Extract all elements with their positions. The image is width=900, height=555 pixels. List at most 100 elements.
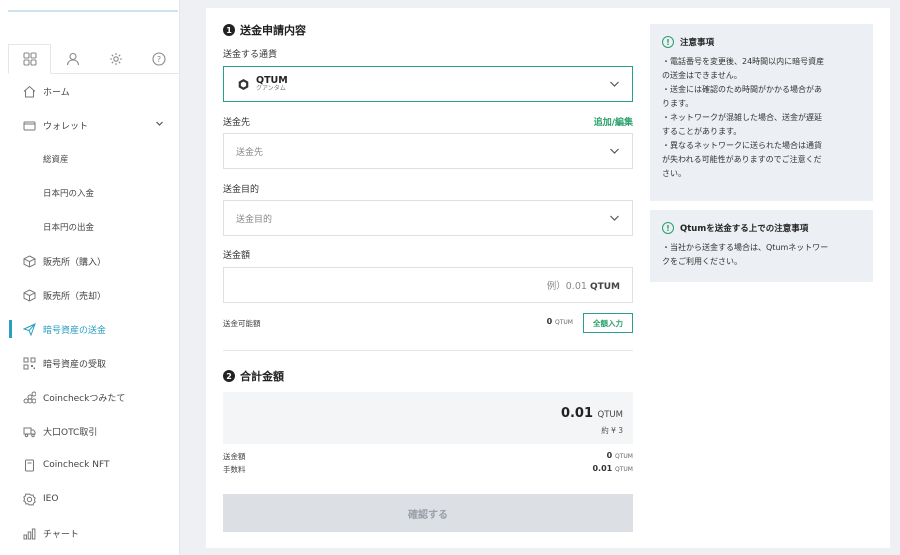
tab-help[interactable]: ? bbox=[137, 44, 180, 74]
truck-icon bbox=[22, 424, 36, 438]
sidebar-item-label: ホーム bbox=[43, 87, 70, 98]
notice-body: ・当社から送金する場合は、Qtumネットワー クをご利用ください。 bbox=[662, 241, 861, 269]
amount-label: 送金額 bbox=[223, 251, 251, 261]
sidebar-item-label: 暗号資産の受取 bbox=[43, 359, 107, 370]
currency-subname: クアンタム bbox=[256, 85, 286, 93]
qtum-coin-icon bbox=[237, 78, 250, 91]
cube-icon bbox=[22, 254, 36, 268]
notice-box-qtum: ! Qtumを送金する上での注意事項 ・当社から送金する場合は、Qtumネットワ… bbox=[650, 210, 873, 282]
section-header-request: 1 送金申請内容 bbox=[223, 22, 306, 38]
wallet-icon bbox=[22, 118, 36, 132]
tab-settings[interactable] bbox=[94, 44, 137, 74]
notice-line: ・ネットワークが混雑した場合、送金が遅延 bbox=[662, 113, 822, 122]
notice-title-text: Qtumを送金する上での注意事項 bbox=[680, 224, 809, 234]
nft-card-icon bbox=[22, 458, 36, 472]
cube-icon bbox=[22, 288, 36, 302]
bar-chart-icon bbox=[22, 526, 36, 540]
total-amount-box: 0.01 QTUM 約 ¥ 3 bbox=[223, 392, 633, 444]
section-header-total: 2 合計金額 bbox=[223, 368, 284, 384]
sidebar-item-label: Coincheckつみたて bbox=[43, 393, 126, 404]
amount-input[interactable]: 例）0.01 QTUM bbox=[223, 267, 633, 303]
sidebar-item-label: ウォレット bbox=[43, 121, 89, 132]
sidebar-item-label: 暗号資産の送金 bbox=[43, 325, 107, 336]
chevron-down-icon bbox=[155, 119, 164, 131]
destination-placeholder: 送金先 bbox=[236, 147, 264, 158]
section-title: 合計金額 bbox=[240, 370, 284, 383]
sidebar-item-label: チャート bbox=[43, 529, 79, 540]
notice-line: ・電話番号を変更後、24時間以内に暗号資産 bbox=[662, 57, 825, 66]
total-unit: QTUM bbox=[597, 410, 623, 420]
notice-line: ・異なるネットワークに送られた場合は通貨 bbox=[662, 141, 822, 150]
fill-all-button[interactable]: 全額入力 bbox=[583, 313, 633, 333]
sidebar-item-jpy-withdraw[interactable]: 日本円の出金 bbox=[0, 210, 180, 244]
destination-select[interactable]: 送金先 bbox=[223, 133, 633, 169]
sidebar-item-buy[interactable]: 販売所（購入） bbox=[0, 244, 180, 278]
notice-line: クをご利用ください。 bbox=[662, 257, 742, 266]
tab-account[interactable] bbox=[51, 44, 94, 74]
amount-placeholder-text: 例）0.01 bbox=[546, 281, 587, 292]
sidebar-item-tsumitate[interactable]: Coincheckつみたて bbox=[0, 380, 180, 414]
sidebar-item-home[interactable]: ホーム bbox=[0, 74, 180, 108]
sidebar-item-label: 総資産 bbox=[43, 155, 69, 165]
step-number-badge: 1 bbox=[223, 24, 235, 36]
sidebar-item-total-assets[interactable]: 総資産 bbox=[0, 142, 180, 176]
info-icon: ! bbox=[662, 222, 674, 234]
notice-line: することがあります。 bbox=[662, 127, 742, 136]
sidebar-tabbar: ? bbox=[8, 44, 180, 74]
notice-title: ! 注意事項 bbox=[662, 36, 861, 48]
sidebar-item-crypto-receive[interactable]: 暗号資産の受取 bbox=[0, 346, 180, 380]
sidebar-item-chart[interactable]: チャート bbox=[0, 516, 180, 550]
notice-line: ・当社から送金する場合は、Qtumネットワー bbox=[662, 243, 829, 252]
currency-label: 送金する通貨 bbox=[223, 50, 278, 60]
breakdown-send-amount: 送金額 0 QTUM bbox=[223, 451, 633, 463]
sidebar-item-otc[interactable]: 大口OTC取引 bbox=[0, 414, 180, 448]
available-unit: QTUM bbox=[555, 319, 573, 326]
fee-unit: QTUM bbox=[615, 466, 633, 473]
fee-value: 0.01 bbox=[592, 464, 613, 473]
amount-unit: QTUM bbox=[589, 282, 620, 292]
sidebar-item-label: 販売所（購入） bbox=[43, 257, 107, 268]
section-title: 送金申請内容 bbox=[240, 24, 306, 37]
help-icon: ? bbox=[151, 52, 166, 66]
currency-select[interactable]: QTUM クアンタム bbox=[223, 66, 633, 102]
send-icon bbox=[22, 322, 36, 336]
notice-title-text: 注意事項 bbox=[680, 38, 715, 48]
coins-icon bbox=[22, 390, 36, 404]
confirm-button[interactable]: 確認する bbox=[223, 494, 633, 532]
notice-line: ・送金には確認のため時間がかかる場合があ bbox=[662, 85, 822, 94]
notice-body: ・電話番号を変更後、24時間以内に暗号資産 の送金はできません。 ・送金には確認… bbox=[662, 55, 861, 181]
sidebar-item-nft[interactable]: Coincheck NFT bbox=[0, 448, 180, 482]
user-icon bbox=[66, 52, 79, 66]
tab-menu[interactable] bbox=[8, 44, 51, 74]
ieo-badge-icon bbox=[22, 492, 36, 506]
svg-text:?: ? bbox=[156, 55, 160, 64]
info-icon: ! bbox=[662, 36, 674, 48]
sidebar-item-crypto-send[interactable]: 暗号資産の送金 bbox=[0, 312, 180, 346]
breakdown-value: 0 QTUM bbox=[607, 451, 633, 460]
purpose-label: 送金目的 bbox=[223, 185, 260, 195]
breakdown-fee: 手数料 0.01 QTUM bbox=[223, 464, 633, 476]
sidebar: ? ホーム ウォレット 総資産 日本円の入金 日本円の出金 販売所（購入） 販売… bbox=[0, 0, 180, 555]
destination-label: 送金先 bbox=[223, 118, 251, 128]
add-edit-link[interactable]: 追加/編集 bbox=[594, 115, 633, 128]
sidebar-item-sell[interactable]: 販売所（売却） bbox=[0, 278, 180, 312]
sidebar-item-label: 日本円の入金 bbox=[43, 189, 95, 199]
total-amount: 0.01 QTUM bbox=[561, 406, 623, 421]
sidebar-item-label: 日本円の出金 bbox=[43, 223, 95, 233]
gear-icon bbox=[109, 53, 122, 65]
sidebar-item-jpy-deposit[interactable]: 日本円の入金 bbox=[0, 176, 180, 210]
sidebar-item-wallet[interactable]: ウォレット bbox=[0, 108, 180, 142]
currency-name: QTUM bbox=[256, 74, 288, 86]
sidebar-item-ieo[interactable]: IEO bbox=[0, 482, 180, 516]
sidebar-item-label: 販売所（売却） bbox=[43, 291, 107, 302]
purpose-select[interactable]: 送金目的 bbox=[223, 200, 633, 236]
total-value: 0.01 bbox=[560, 406, 594, 421]
sidebar-nav: ホーム ウォレット 総資産 日本円の入金 日本円の出金 販売所（購入） 販売所（… bbox=[0, 74, 180, 550]
available-row: 送金可能額 0 QTUM 全額入力 bbox=[223, 313, 633, 333]
notice-title: ! Qtumを送金する上での注意事項 bbox=[662, 222, 861, 234]
sidebar-item-label: Coincheck NFT bbox=[43, 460, 110, 470]
home-icon bbox=[22, 84, 36, 98]
send-amount-unit: QTUM bbox=[615, 453, 633, 460]
breakdown-label: 送金額 bbox=[223, 452, 246, 461]
sidebar-top-divider bbox=[8, 10, 178, 12]
